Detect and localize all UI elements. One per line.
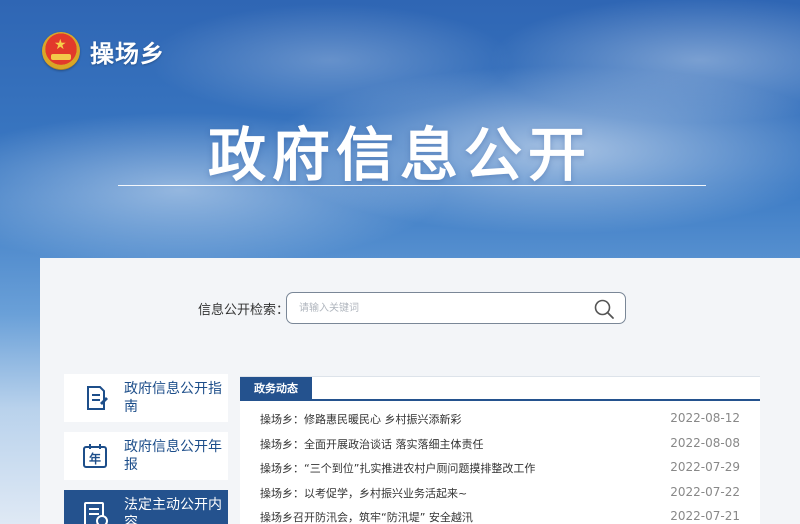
news-panel: 政务动态 操场乡：修路惠民暖民心 乡村振兴添新彩 2022-08-12 操场乡：… (240, 376, 760, 524)
sidebar: 政府信息公开指南 年 政府信息公开年报 法定主动公开内容 (64, 374, 228, 524)
news-title[interactable]: 操场乡：以考促学，乡村振兴业务活起来~ (260, 485, 467, 510)
sidebar-item-statutory-content[interactable]: 法定主动公开内容 (64, 490, 228, 524)
news-date: 2022-07-21 (670, 509, 740, 523)
site-header: ★ 操场乡 (42, 32, 165, 70)
annual-report-icon-text: 年 (89, 451, 101, 466)
list-item[interactable]: 操场乡：全面开展政治谈话 落实落细主体责任 2022-08-08 (260, 436, 740, 461)
page-title: 政府信息公开 (207, 121, 592, 189)
site-name[interactable]: 操场乡 (90, 34, 165, 69)
search-input[interactable] (299, 300, 579, 316)
guide-document-icon (87, 386, 108, 410)
news-list: 操场乡：修路惠民暖民心 乡村振兴添新彩 2022-08-12 操场乡：全面开展政… (260, 411, 740, 524)
search-row: 信息公开检索： (40, 292, 800, 324)
news-title[interactable]: 操场乡：全面开展政治谈话 落实落细主体责任 (260, 436, 484, 461)
content-panel: 信息公开检索： 政府信息公开指南 年 (40, 258, 800, 524)
sidebar-item-label: 政府信息公开指南 (124, 381, 222, 415)
sidebar-item-annual-report[interactable]: 年 政府信息公开年报 (64, 432, 228, 480)
news-title[interactable]: 操场乡：修路惠民暖民心 乡村振兴添新彩 (260, 411, 462, 436)
national-emblem-icon: ★ (42, 32, 80, 70)
list-item[interactable]: 操场乡：“三个到位”扎实推进农村户厕问题摸排整改工作 2022-07-29 (260, 460, 740, 485)
tab-bar: 政务动态 (240, 377, 760, 401)
list-document-icon (84, 502, 108, 524)
news-date: 2022-07-29 (670, 460, 740, 474)
news-date: 2022-08-12 (670, 411, 740, 425)
sidebar-item-label: 政府信息公开年报 (124, 439, 222, 473)
tab-government-news[interactable]: 政务动态 (240, 377, 312, 401)
news-title[interactable]: 操场乡召开防汛会，筑牢“防汛堤” 安全越汛 (260, 509, 473, 524)
list-item[interactable]: 操场乡召开防汛会，筑牢“防汛堤” 安全越汛 2022-07-21 (260, 509, 740, 524)
search-label: 信息公开检索： (198, 303, 290, 318)
annual-report-icon: 年 (83, 444, 107, 468)
news-title[interactable]: 操场乡：“三个到位”扎实推进农村户厕问题摸排整改工作 (260, 460, 535, 485)
sidebar-item-guide[interactable]: 政府信息公开指南 (64, 374, 228, 422)
list-item[interactable]: 操场乡：修路惠民暖民心 乡村振兴添新彩 2022-08-12 (260, 411, 740, 436)
list-item[interactable]: 操场乡：以考促学，乡村振兴业务活起来~ 2022-07-22 (260, 485, 740, 510)
search-icon[interactable] (593, 298, 615, 320)
sidebar-item-label: 法定主动公开内容 (124, 497, 222, 524)
title-divider (118, 185, 706, 186)
news-date: 2022-07-22 (670, 484, 740, 499)
news-date: 2022-08-08 (670, 435, 740, 450)
search-box[interactable] (286, 292, 626, 324)
